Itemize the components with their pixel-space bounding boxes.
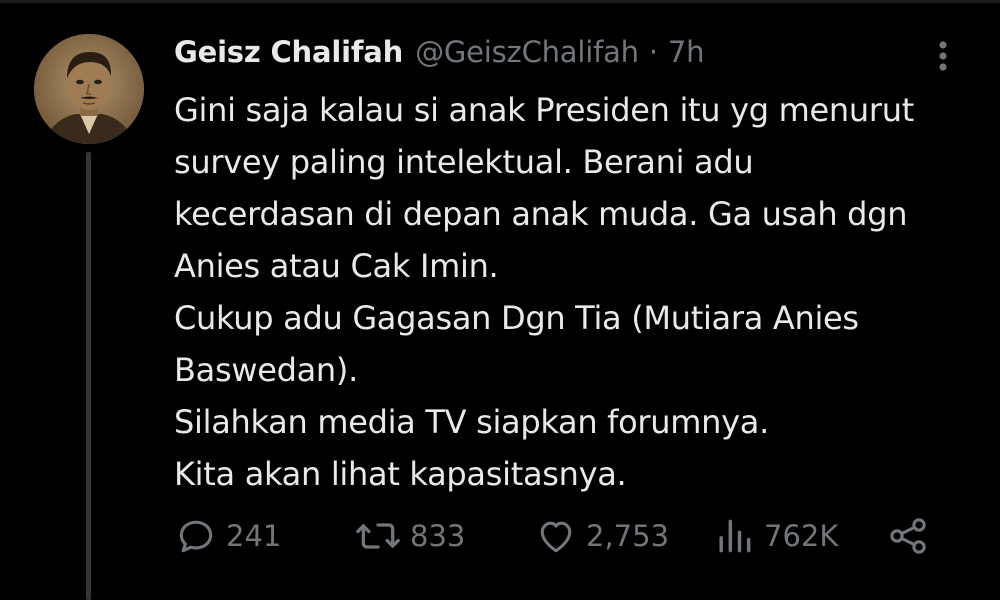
retweet-button[interactable]: 833 — [354, 508, 465, 564]
tweet-text-line: Cukup adu Gagasan Dgn Tia (Mutiara Anies — [174, 299, 859, 337]
more-vertical-icon — [939, 41, 947, 71]
tweet-text-line: Baswedan). — [174, 351, 358, 389]
more-options-button[interactable] — [928, 36, 958, 76]
tweet-text-line: Anies atau Cak Imin. — [174, 247, 499, 285]
tweet-text-line: Silahkan media TV siapkan forumnya. — [174, 403, 769, 441]
header-separator: · — [648, 35, 658, 69]
like-count: 2,753 — [586, 519, 670, 553]
reply-count: 241 — [226, 519, 282, 553]
retweet-count: 833 — [410, 519, 466, 553]
share-icon — [890, 518, 926, 554]
retweet-icon — [356, 523, 400, 549]
views-icon — [719, 519, 751, 553]
profile-photo-icon — [34, 34, 144, 144]
tweet-text: Gini saja kalau si anak Presiden itu yg … — [174, 84, 974, 500]
heart-icon — [540, 521, 572, 553]
reply-icon — [179, 520, 213, 553]
tweet-text-line: Kita akan lihat kapasitasnya. — [174, 455, 627, 493]
views-button[interactable]: 762K — [712, 508, 838, 564]
author-name[interactable]: Geisz Chalifah — [174, 35, 403, 69]
tweet-header: Geisz Chalifah @GeiszChalifah · 7h — [174, 30, 705, 74]
author-avatar[interactable] — [34, 34, 144, 144]
top-divider — [0, 0, 1000, 3]
share-button[interactable] — [886, 508, 930, 564]
reply-button[interactable]: 241 — [174, 508, 281, 564]
tweet-timestamp[interactable]: 7h — [668, 35, 705, 69]
author-handle[interactable]: @GeiszChalifah — [415, 35, 639, 69]
thread-line — [86, 152, 91, 600]
tweet-text-line: survey paling intelektual. Berani adu — [174, 143, 754, 181]
views-count: 762K — [764, 519, 839, 553]
tweet-actions-bar: 241 833 2,753 762K — [174, 508, 964, 564]
like-button[interactable]: 2,753 — [534, 508, 669, 564]
tweet-text-line: kecerdasan di depan anak muda. Ga usah d… — [174, 195, 908, 233]
tweet-text-line: Gini saja kalau si anak Presiden itu yg … — [174, 91, 914, 129]
